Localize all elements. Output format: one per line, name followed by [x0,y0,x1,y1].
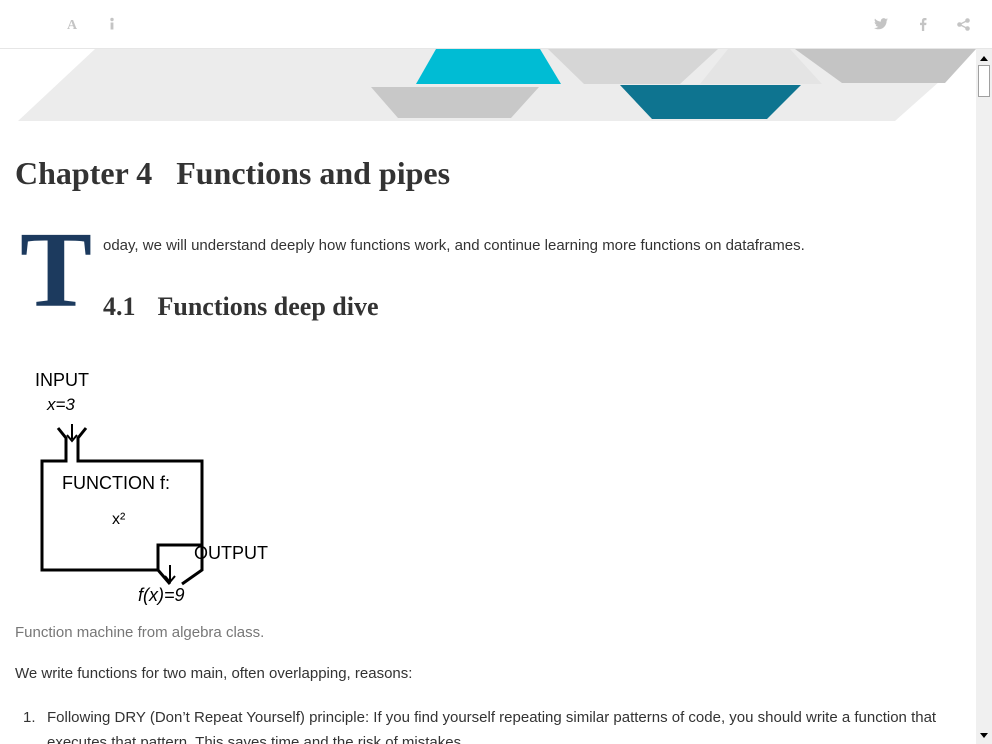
list-item: 1. Following DRY (Don’t Repeat Yourself)… [15,705,945,744]
vertical-scrollbar[interactable] [976,49,992,744]
font-settings-icon[interactable]: A [62,13,84,35]
figure-input-label: INPUT [35,370,89,390]
body-paragraph: We write functions for two main, often o… [15,665,413,682]
book-toolbar: A [0,0,992,49]
list-item-marker: 1. [23,709,36,726]
scroll-up-arrow-icon[interactable] [976,51,992,65]
figure-output-label: OUTPUT [194,543,268,563]
twitter-icon[interactable] [870,13,892,35]
svg-text:A: A [67,18,78,31]
figure-input-value: x=3 [46,395,75,414]
page-content: Chapter 4 Functions and pipes T oday, we … [0,49,976,744]
share-icon[interactable] [952,13,974,35]
drop-cap: T [20,211,93,330]
chapter-number: Chapter 4 [15,155,153,191]
section-number: 4.1 [103,292,136,321]
facebook-icon[interactable] [912,13,934,35]
chapter-banner-image [18,49,976,121]
chapter-title: Chapter 4 Functions and pipes [15,155,450,192]
scroll-down-arrow-icon[interactable] [976,728,992,742]
intro-paragraph: oday, we will understand deeply how func… [103,237,805,254]
figure-function-label: FUNCTION f: [62,473,170,493]
section-title-text: Functions deep dive [157,292,379,321]
scrollbar-thumb[interactable] [978,65,990,97]
figure-output-value: f(x)=9 [138,585,185,605]
chapter-title-text: Functions and pipes [176,155,451,191]
figure-caption: Function machine from algebra class. [15,624,265,641]
reasons-list: 1. Following DRY (Don’t Repeat Yourself)… [15,705,945,744]
figure-function-expr: x² [112,511,126,528]
function-machine-figure: INPUT x=3 FUNCTION f: x² OUTPUT f(x)=9 [35,370,268,605]
section-title: 4.1 Functions deep dive [103,292,379,322]
list-item-text: Following DRY (Don’t Repeat Yourself) pr… [47,709,937,744]
info-icon[interactable] [101,13,123,35]
